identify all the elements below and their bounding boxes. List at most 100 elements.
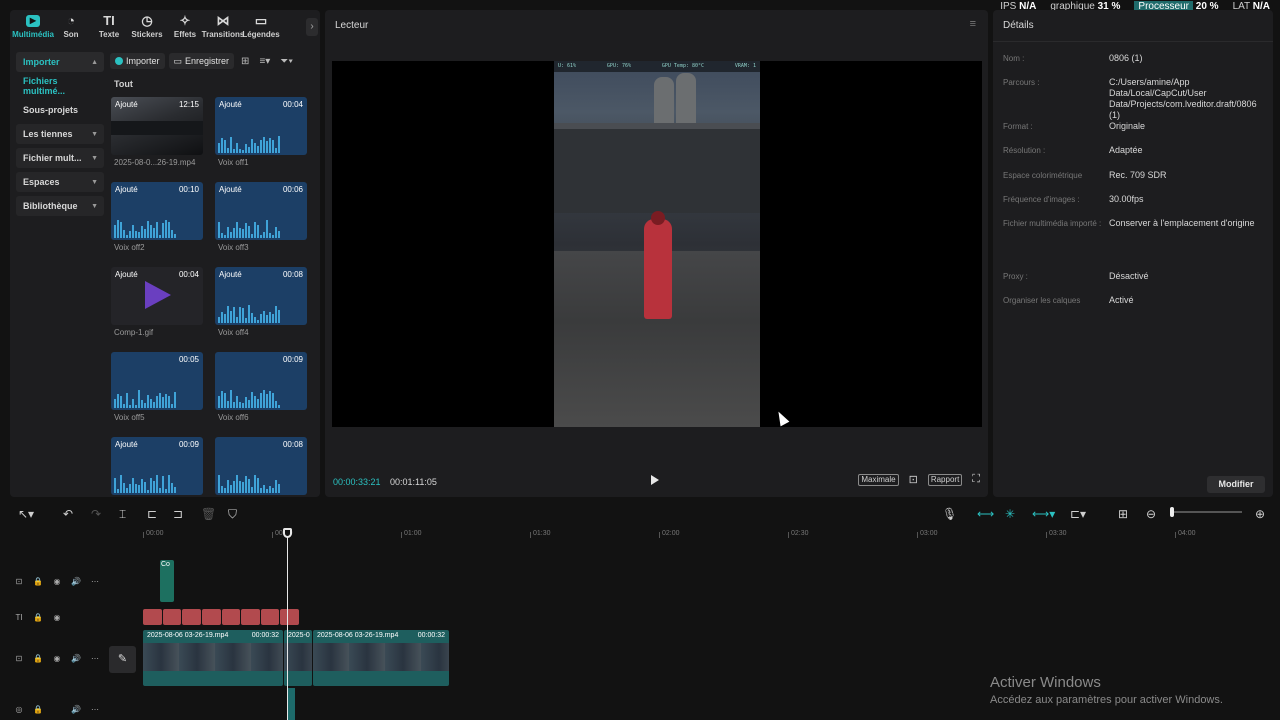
media-audio-thumbnail[interactable]: Ajouté 00:10 xyxy=(111,182,203,240)
video-clip[interactable]: 2025-08-06 03-26-19.mp4 00:00:32 xyxy=(313,630,449,686)
menu-icon[interactable]: ≡ xyxy=(970,18,976,30)
play-icon[interactable] xyxy=(651,475,659,485)
waveform-bar xyxy=(230,390,232,408)
more-icon[interactable]: ⋯ xyxy=(90,705,100,714)
cover-edit-icon[interactable]: ✎ xyxy=(109,646,136,673)
text-clip[interactable] xyxy=(182,609,201,625)
eye-icon[interactable]: ◉ xyxy=(52,613,62,622)
microphone-icon[interactable]: 🎙 xyxy=(942,507,957,521)
sidebar-item-fichiers-multimedia[interactable]: Fichiers multimé... xyxy=(16,76,104,96)
zoom-in-icon[interactable]: ⊕ xyxy=(1255,507,1265,521)
tab-transitions[interactable]: ⋈ Transitions xyxy=(202,10,245,46)
time-ruler[interactable]: 00:0000:3001:0001:3002:0002:3003:0003:30… xyxy=(143,528,1280,542)
import-button[interactable]: Importer xyxy=(110,53,165,69)
eye-icon[interactable]: ◉ xyxy=(52,654,62,663)
sidebar-item-espaces[interactable]: Espaces ▼ xyxy=(16,172,104,192)
clip-duration: 00:09 xyxy=(282,355,303,364)
playhead[interactable] xyxy=(287,528,288,720)
lock-icon[interactable]: 🔒 xyxy=(33,577,43,586)
grid-view-icon[interactable]: ⊞ xyxy=(238,56,252,67)
text-clip[interactable] xyxy=(201,609,221,625)
text-clip[interactable] xyxy=(162,609,182,625)
media-audio-thumbnail[interactable]: 00:05 xyxy=(111,352,203,410)
media-video-thumbnail[interactable]: Ajouté 12:15 xyxy=(111,97,203,155)
text-clip[interactable] xyxy=(280,609,299,625)
video-clip[interactable]: 2025-08-06 03-26-19.mp4 00:00:32 xyxy=(143,630,283,686)
speaker-icon[interactable]: 🔊 xyxy=(71,705,81,714)
track-toggle-icon[interactable]: ⊡ xyxy=(14,654,24,663)
auto-snap-icon[interactable]: ✳ xyxy=(1005,507,1015,521)
media-audio-thumbnail[interactable]: Ajouté 00:09 xyxy=(111,437,203,495)
quality-button[interactable]: Maximale xyxy=(858,473,899,486)
waveform-bar xyxy=(233,307,235,323)
more-tabs-chevron-icon[interactable]: › xyxy=(306,18,318,36)
tab-multimedia[interactable]: ▶ Multimédia xyxy=(12,10,54,46)
main-track-magnet-icon[interactable]: ⟷ xyxy=(977,507,994,521)
split-icon[interactable]: ⌶ xyxy=(119,507,126,522)
zoom-slider-handle[interactable] xyxy=(1170,507,1174,517)
sidebar-item-fichier-mult[interactable]: Fichier mult... ▼ xyxy=(16,148,104,168)
playhead-handle[interactable] xyxy=(283,528,292,538)
sort-icon[interactable]: ≡▾ xyxy=(256,56,273,67)
speaker-icon[interactable]: 🔊 xyxy=(71,654,81,663)
audio-clip[interactable] xyxy=(287,688,295,720)
more-icon[interactable]: ⋯ xyxy=(90,654,100,663)
media-audio-thumbnail[interactable]: Ajouté 00:06 xyxy=(215,182,307,240)
delete-icon[interactable]: 🗑 xyxy=(201,507,216,521)
sidebar-item-les-tiennes[interactable]: Les tiennes ▼ xyxy=(16,124,104,144)
waveform-bar xyxy=(248,226,250,238)
waveform-bar xyxy=(233,481,235,493)
fit-icon[interactable]: ⊞ xyxy=(1118,507,1128,521)
record-button[interactable]: ▭ Enregistrer xyxy=(168,53,235,69)
sidebar-item-importer[interactable]: Importer ▲ xyxy=(16,52,104,72)
sidebar-item-bibliotheque[interactable]: Bibliothèque ▼ xyxy=(16,196,104,216)
text-clip[interactable] xyxy=(221,609,241,625)
text-clips[interactable] xyxy=(143,609,299,625)
waveform-bar xyxy=(218,475,220,493)
tab-effets[interactable]: ✧ Effets xyxy=(166,10,204,46)
clip-thumbnails xyxy=(313,643,449,671)
gif-clip[interactable]: Co xyxy=(160,560,174,602)
marker-icon[interactable]: ⛉ xyxy=(228,507,237,522)
trim-left-icon[interactable]: ⊏ xyxy=(147,507,157,521)
tab-texte[interactable]: TI Texte xyxy=(90,10,128,46)
lock-icon[interactable]: 🔒 xyxy=(33,654,43,663)
sidebar-item-sous-projets[interactable]: Sous-projets xyxy=(16,100,104,120)
undo-icon[interactable]: ↶ xyxy=(63,507,73,521)
zoom-slider[interactable] xyxy=(1170,511,1242,513)
waveform-bar xyxy=(269,391,271,408)
filter-icon[interactable]: ⏷▾ xyxy=(277,56,296,67)
video-clip[interactable]: 2025-0 xyxy=(284,630,312,686)
trim-right-icon[interactable]: ⊐ xyxy=(173,507,183,521)
lock-icon[interactable]: 🔒 xyxy=(33,705,43,714)
preview-viewport[interactable]: U: 61% GPU: 76% GPU Temp: 80°C VRAM: 1 xyxy=(332,61,982,427)
media-audio-thumbnail[interactable]: Ajouté 00:04 xyxy=(215,97,307,155)
zoom-out-icon[interactable]: ⊖ xyxy=(1146,507,1156,521)
ratio-button[interactable]: Rapport xyxy=(927,473,963,486)
detail-row-format: Format : Originale xyxy=(1003,121,1146,131)
waveform-bar xyxy=(275,148,277,153)
text-clip[interactable] xyxy=(143,609,162,625)
redo-icon[interactable]: ↷ xyxy=(91,507,101,521)
media-gif-thumbnail[interactable]: Ajouté 00:04 xyxy=(111,267,203,325)
select-tool-icon[interactable]: ↖▾ xyxy=(18,507,34,521)
tab-son[interactable]: ◔ Son xyxy=(52,10,90,46)
text-clip[interactable] xyxy=(241,609,260,625)
linkage-icon[interactable]: ⟷▾ xyxy=(1032,507,1055,521)
speaker-icon[interactable]: 🔊 xyxy=(71,577,81,586)
text-clip[interactable] xyxy=(260,609,280,625)
modify-button[interactable]: Modifier xyxy=(1207,476,1265,493)
media-audio-thumbnail[interactable]: 00:09 xyxy=(215,352,307,410)
tab-legendes[interactable]: ▭ Légendes xyxy=(242,10,280,46)
lock-icon[interactable]: 🔒 xyxy=(33,613,43,622)
eye-icon[interactable]: ◉ xyxy=(52,577,62,586)
more-icon[interactable]: ⋯ xyxy=(90,577,100,586)
fullscreen-icon[interactable]: ⛶ xyxy=(972,473,980,486)
media-audio-thumbnail[interactable]: Ajouté 00:08 xyxy=(215,267,307,325)
snapshot-icon[interactable]: ⊡ xyxy=(909,473,918,486)
track-toggle-icon[interactable]: ⊡ xyxy=(14,577,24,586)
clip-duration: 12:15 xyxy=(178,100,199,109)
media-audio-thumbnail[interactable]: 00:08 xyxy=(215,437,307,495)
preview-axis-icon[interactable]: ⊏▾ xyxy=(1070,507,1086,521)
tab-stickers[interactable]: ◷ Stickers xyxy=(128,10,166,46)
